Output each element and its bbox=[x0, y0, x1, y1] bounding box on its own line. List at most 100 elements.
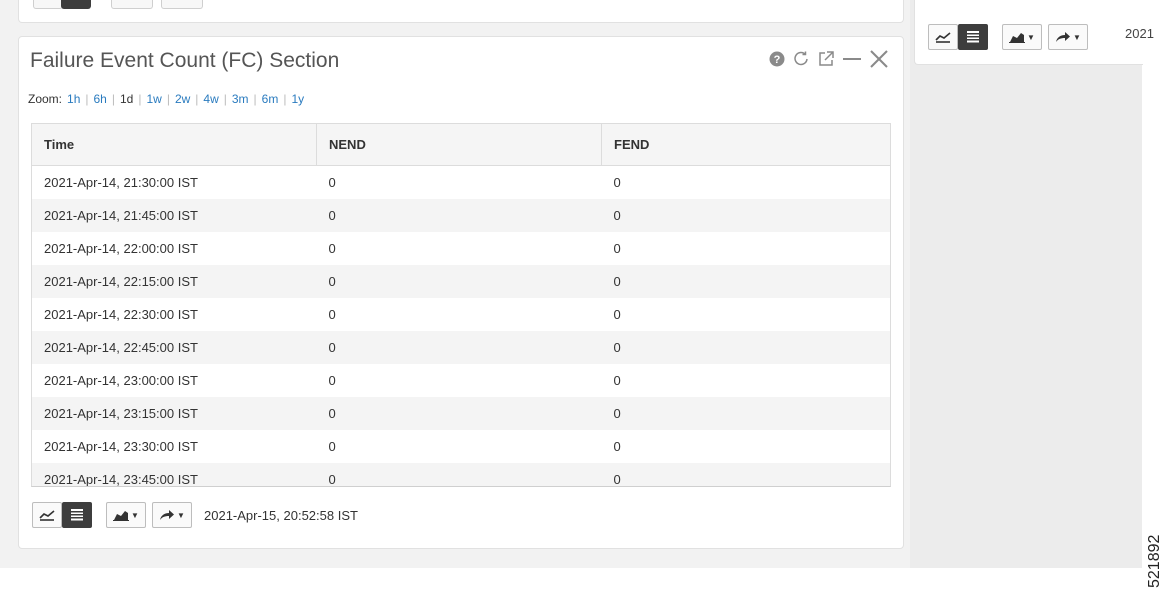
column-header-time[interactable]: Time bbox=[32, 124, 317, 166]
adjacent-table-view-button[interactable] bbox=[958, 24, 988, 50]
zoom-option-1d[interactable]: 1d bbox=[120, 92, 133, 106]
cell-time: 2021-Apr-14, 21:30:00 IST bbox=[44, 175, 198, 190]
area-chart-button-partial[interactable] bbox=[111, 0, 153, 9]
zoom-option-1w[interactable]: 1w bbox=[146, 92, 161, 106]
zoom-option-1h[interactable]: 1h bbox=[67, 92, 80, 106]
caret-down-icon: ▼ bbox=[1027, 32, 1035, 42]
cell-fend: 0 bbox=[601, 463, 890, 486]
table-view-button-partial[interactable] bbox=[61, 0, 91, 9]
adjacent-footer-toolbar: ▼ ▼ bbox=[928, 24, 1088, 50]
table-row[interactable]: 2021-Apr-14, 22:30:00 IST 0 0 bbox=[32, 298, 890, 331]
share-arrow-icon bbox=[1056, 32, 1071, 42]
cell-fend: 0 bbox=[601, 397, 890, 430]
adjacent-share-dropdown[interactable]: ▼ bbox=[1048, 24, 1088, 50]
line-chart-icon bbox=[935, 32, 951, 43]
adjacent-area-chart-dropdown[interactable]: ▼ bbox=[1002, 24, 1042, 50]
zoom-separator: | bbox=[195, 92, 199, 106]
last-updated-timestamp: 2021-Apr-15, 20:52:58 IST bbox=[204, 507, 358, 523]
caret-down-icon: ▼ bbox=[177, 510, 185, 520]
zoom-option-6h[interactable]: 6h bbox=[94, 92, 107, 106]
zoom-option-2w[interactable]: 2w bbox=[175, 92, 190, 106]
area-chart-dropdown[interactable]: ▼ bbox=[106, 502, 146, 528]
table-row[interactable]: 2021-Apr-14, 22:15:00 IST 0 0 bbox=[32, 265, 890, 298]
cell-fend: 0 bbox=[601, 331, 890, 364]
table-header-row: Time NEND FEND bbox=[32, 124, 890, 166]
svg-text:?: ? bbox=[774, 54, 781, 66]
table-view-icon bbox=[967, 31, 979, 43]
zoom-separator: | bbox=[253, 92, 257, 106]
line-chart-button-partial[interactable] bbox=[33, 0, 63, 9]
view-toggle bbox=[32, 502, 92, 528]
zoom-option-1y[interactable]: 1y bbox=[291, 92, 304, 106]
zoom-option-4w[interactable]: 4w bbox=[203, 92, 218, 106]
cell-time: 2021-Apr-14, 22:30:00 IST bbox=[44, 307, 198, 322]
previous-panel bbox=[18, 0, 904, 23]
zoom-separator: | bbox=[166, 92, 170, 106]
adjacent-panel: ▼ ▼ 2021 bbox=[914, 0, 1154, 65]
cell-fend: 0 bbox=[613, 307, 621, 322]
zoom-separator: | bbox=[283, 92, 287, 106]
zoom-label: Zoom: bbox=[28, 92, 63, 106]
area-chart-icon bbox=[1009, 33, 1026, 43]
share-button-partial[interactable] bbox=[161, 0, 203, 9]
cell-nend: 0 bbox=[328, 175, 336, 190]
table-row[interactable]: 2021-Apr-14, 22:00:00 IST 0 0 bbox=[32, 232, 890, 265]
column-header-fend[interactable]: FEND bbox=[601, 124, 890, 166]
table-row[interactable]: 2021-Apr-14, 23:15:00 IST 0 0 bbox=[32, 397, 890, 430]
zoom-separator: | bbox=[111, 92, 115, 106]
cell-time: 2021-Apr-14, 21:45:00 IST bbox=[32, 199, 317, 232]
share-dropdown[interactable]: ▼ bbox=[152, 502, 192, 528]
fc-section-panel: Failure Event Count (FC) Section ? Zoom:… bbox=[18, 36, 904, 549]
popout-icon[interactable] bbox=[817, 50, 835, 68]
cell-time: 2021-Apr-14, 23:00:00 IST bbox=[44, 373, 198, 388]
close-icon[interactable] bbox=[869, 49, 889, 69]
cell-nend: 0 bbox=[328, 439, 336, 454]
cell-fend: 0 bbox=[613, 175, 621, 190]
cell-nend: 0 bbox=[328, 307, 336, 322]
zoom-option-6m[interactable]: 6m bbox=[262, 92, 279, 106]
cell-time: 2021-Apr-14, 23:15:00 IST bbox=[32, 397, 317, 430]
table-row[interactable]: 2021-Apr-14, 21:30:00 IST 0 0 bbox=[32, 166, 890, 200]
table-row[interactable]: 2021-Apr-14, 23:30:00 IST 0 0 bbox=[32, 430, 890, 463]
adjacent-line-chart-button[interactable] bbox=[928, 24, 958, 50]
page-background-right bbox=[910, 0, 1142, 568]
caret-down-icon: ▼ bbox=[1073, 32, 1081, 42]
cell-nend: 0 bbox=[328, 373, 336, 388]
footer-toolbar: ▼ ▼ 2021-Apr-15, 20:52:58 IST bbox=[32, 502, 358, 528]
cell-nend: 0 bbox=[328, 241, 336, 256]
cell-fend: 0 bbox=[613, 373, 621, 388]
cell-nend: 0 bbox=[316, 331, 602, 364]
zoom-option-3m[interactable]: 3m bbox=[232, 92, 249, 106]
table-row[interactable]: 2021-Apr-14, 22:45:00 IST 0 0 bbox=[32, 331, 890, 364]
table-view-icon bbox=[71, 509, 83, 521]
help-icon[interactable]: ? bbox=[769, 51, 785, 67]
cell-nend: 0 bbox=[316, 265, 602, 298]
adjacent-timestamp: 2021 bbox=[1125, 26, 1154, 41]
zoom-selector: Zoom: 1h | 6h | 1d | 1w | 2w | 4w | 3m | 6m | 1y bbox=[28, 92, 304, 106]
line-chart-icon bbox=[39, 510, 55, 521]
table-row[interactable]: 2021-Apr-14, 21:45:00 IST 0 0 bbox=[32, 199, 890, 232]
line-chart-button[interactable] bbox=[32, 502, 62, 528]
column-header-nend[interactable]: NEND bbox=[316, 124, 602, 166]
cell-fend: 0 bbox=[613, 241, 621, 256]
panel-header-actions: ? bbox=[769, 49, 889, 69]
cell-nend: 0 bbox=[316, 397, 602, 430]
adjacent-view-toggle bbox=[928, 24, 988, 50]
cell-time: 2021-Apr-14, 22:15:00 IST bbox=[32, 265, 317, 298]
minimize-icon[interactable] bbox=[842, 50, 862, 68]
cell-nend: 0 bbox=[316, 199, 602, 232]
cell-fend: 0 bbox=[613, 439, 621, 454]
cell-time: 2021-Apr-14, 23:30:00 IST bbox=[44, 439, 198, 454]
panel-title: Failure Event Count (FC) Section bbox=[30, 49, 340, 72]
figure-code: 521892 bbox=[1146, 534, 1163, 588]
table-view-button[interactable] bbox=[62, 502, 92, 528]
caret-down-icon: ▼ bbox=[131, 510, 139, 520]
area-chart-icon bbox=[113, 511, 130, 521]
table-row[interactable]: 2021-Apr-14, 23:00:00 IST 0 0 bbox=[32, 364, 890, 397]
cell-time: 2021-Apr-14, 22:00:00 IST bbox=[44, 241, 198, 256]
refresh-icon[interactable] bbox=[792, 50, 810, 68]
cell-time: 2021-Apr-14, 23:45:00 IST bbox=[32, 463, 317, 486]
zoom-separator: | bbox=[223, 92, 227, 106]
fc-data-table[interactable]: Time NEND FEND 2021-Apr-14, 21:30:00 IST… bbox=[31, 123, 891, 487]
table-row[interactable]: 2021-Apr-14, 23:45:00 IST 0 0 bbox=[32, 463, 890, 486]
